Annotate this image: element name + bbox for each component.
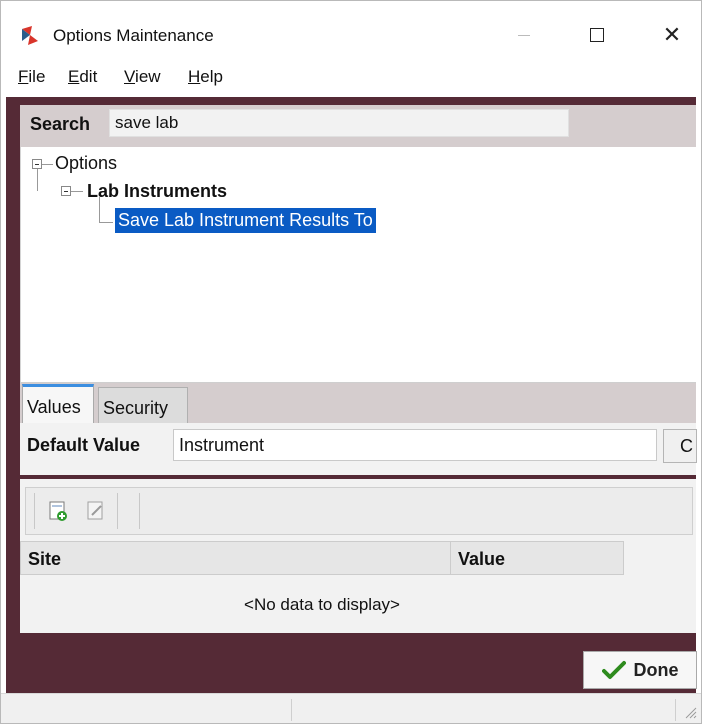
tree-connector	[99, 222, 113, 223]
toolbar-separator	[139, 493, 140, 529]
minimize-button[interactable]	[501, 15, 547, 55]
toolbar-separator	[117, 493, 118, 529]
close-icon: ✕	[662, 22, 682, 47]
tree-connector	[71, 191, 83, 192]
menu-edit[interactable]: Edit	[68, 67, 97, 87]
menu-file[interactable]: File	[18, 67, 45, 87]
search-label: Search	[30, 114, 91, 134]
tree-node-lab-instruments[interactable]: Lab Instruments	[87, 181, 227, 202]
default-value-button[interactable]: C	[663, 429, 697, 463]
tree-node-options[interactable]: Options	[55, 153, 117, 174]
status-panel	[5, 699, 292, 721]
edit-record-icon[interactable]	[85, 500, 107, 522]
grid-empty-message: <No data to display>	[244, 595, 400, 614]
resize-grip-icon[interactable]	[683, 705, 697, 719]
grid-header	[20, 541, 624, 575]
add-record-icon[interactable]	[47, 500, 69, 522]
close-button[interactable]: ✕	[649, 15, 695, 55]
window-title: Options Maintenance	[53, 26, 214, 45]
maximize-icon	[590, 28, 604, 42]
collapse-toggle-icon[interactable]	[61, 186, 71, 196]
status-panel	[295, 699, 676, 721]
menu-help[interactable]: Help	[188, 67, 223, 87]
column-header-site[interactable]: Site	[28, 549, 61, 570]
done-button[interactable]: Done	[583, 651, 697, 689]
default-value-label: Default Value	[27, 435, 141, 455]
title-bar: Options Maintenance ✕	[1, 1, 701, 65]
options-maintenance-window: Options Maintenance ✕ File Edit View Hel…	[0, 0, 702, 724]
search-input[interactable]	[109, 109, 569, 137]
toolbar-separator	[34, 493, 35, 529]
tree-node-save-lab-instrument-results-to[interactable]: Save Lab Instrument Results To	[115, 208, 376, 233]
maximize-button[interactable]	[574, 15, 620, 55]
menu-view[interactable]: View	[124, 67, 161, 87]
minimize-icon	[518, 34, 530, 36]
tab-security[interactable]: Security	[98, 387, 188, 423]
menu-bar: File Edit View Help	[1, 65, 701, 97]
checkmark-icon	[601, 661, 626, 679]
default-value-input[interactable]	[173, 429, 657, 461]
collapse-toggle-icon[interactable]	[32, 159, 42, 169]
app-logo-icon	[22, 26, 38, 45]
grid-toolbar	[25, 487, 693, 535]
column-separator	[450, 541, 451, 575]
tab-values[interactable]: Values	[22, 384, 94, 424]
done-label: Done	[633, 659, 679, 680]
tree-connector	[37, 169, 38, 191]
tree-connector	[99, 197, 100, 223]
tree-connector	[42, 164, 53, 165]
column-header-value[interactable]: Value	[458, 549, 505, 570]
